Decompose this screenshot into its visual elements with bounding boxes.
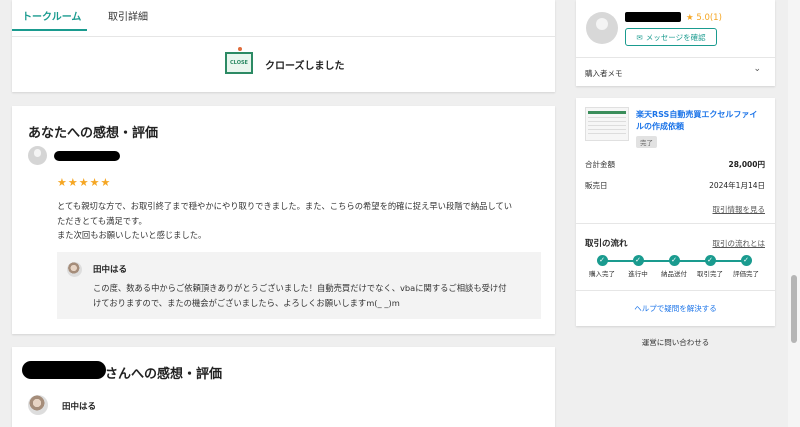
- tab-transaction-details[interactable]: 取引詳細: [108, 8, 148, 23]
- order-card: 楽天RSS自動売買エクセルファイ ルの作成依頼 完了 合計金額 28,000円 …: [576, 98, 775, 326]
- buyer-avatar: [586, 12, 618, 44]
- step-delivered: ✓ 納品送付: [661, 255, 687, 278]
- divider: [576, 290, 775, 291]
- divider: [576, 223, 775, 224]
- seller-reply: 田中はる この度、数ある中からご依頼頂きありがとうございました！自動売買だけでな…: [57, 252, 541, 319]
- step-purchase-complete: ✓ 購入完了: [589, 255, 615, 278]
- status-badge: 完了: [636, 136, 657, 148]
- seller-name: 田中はる: [62, 402, 97, 412]
- scroll-thumb[interactable]: [791, 275, 797, 343]
- closed-message: クローズしました: [265, 61, 345, 72]
- divider: [576, 57, 775, 58]
- step-transaction-complete: ✓ 取引完了: [697, 255, 723, 278]
- star-rating: ★★★★★: [57, 176, 112, 189]
- mail-icon: ✉: [636, 32, 643, 42]
- flow-title: 取引の流れ: [585, 239, 628, 249]
- check-icon: ✓: [704, 255, 716, 266]
- sale-date-label: 販売日: [585, 181, 608, 190]
- step-in-progress: ✓ 進行中: [628, 255, 648, 278]
- check-icon: ✓: [668, 255, 680, 266]
- seller-avatar: [67, 262, 82, 277]
- total-label: 合計金額: [585, 160, 615, 169]
- buyer-memo-label: 購入者メモ: [585, 69, 623, 78]
- review-for-you-card: あなたへの感想・評価 ★★★★★ とても親切な方で、お取引終了まで穏やかにやり取…: [12, 106, 555, 334]
- star-icon: ★: [686, 13, 694, 23]
- seller-name: 田中はる: [93, 265, 128, 275]
- redacted-buyer-name: [22, 361, 106, 379]
- scrollbar[interactable]: [788, 0, 800, 427]
- review-for-them-card: さんへの感想・評価 田中はる: [12, 347, 555, 427]
- help-link[interactable]: ヘルプで疑問を解決する: [576, 303, 775, 314]
- check-icon: ✓: [632, 255, 644, 266]
- reply-text: この度、数ある中からご依頼頂きありがとうございました！自動売買だけでなく、vba…: [93, 283, 507, 308]
- buyer-rating: ★ 5.0(1): [686, 13, 722, 23]
- header-card: トークルーム 取引詳細 CLOSE クローズしました: [12, 0, 555, 92]
- flow-help-link[interactable]: 取引の流れとは: [713, 238, 766, 249]
- seller-avatar: [28, 395, 48, 415]
- sale-date-value: 2024年1月14日: [709, 181, 765, 190]
- view-transaction-link[interactable]: 取引情報を見る: [713, 204, 766, 215]
- check-icon: ✓: [740, 255, 752, 266]
- check-icon: ✓: [596, 255, 608, 266]
- close-sign-icon: CLOSE: [225, 47, 253, 74]
- section-heading: さんへの感想・評価: [105, 367, 223, 382]
- tab-talk-room[interactable]: トークルーム: [22, 8, 81, 23]
- active-tab-indicator: [12, 29, 87, 31]
- contact-support-link[interactable]: 運営に問い合わせる: [576, 337, 775, 348]
- review-text: とても親切な方で、お取引終了まで穏やかにやり取りできました。また、こちらの希望を…: [57, 201, 513, 240]
- order-thumbnail[interactable]: [585, 107, 629, 141]
- redacted-buyer-name: [625, 12, 681, 22]
- reviewer-avatar: [28, 146, 47, 165]
- section-heading: あなたへの感想・評価: [28, 126, 159, 141]
- order-title-link[interactable]: 楽天RSS自動売買エクセルファイ ルの作成依頼: [636, 109, 766, 133]
- step-review-complete: ✓ 評価完了: [733, 255, 759, 278]
- buyer-card: ★ 5.0(1) ✉ メッセージを確認 購入者メモ ⌄: [576, 0, 775, 86]
- chevron-down-icon[interactable]: ⌄: [753, 64, 761, 74]
- check-message-button[interactable]: ✉ メッセージを確認: [625, 28, 717, 46]
- total-value: 28,000円: [728, 160, 765, 169]
- divider: [12, 36, 555, 37]
- redacted-reviewer-name: [54, 151, 120, 161]
